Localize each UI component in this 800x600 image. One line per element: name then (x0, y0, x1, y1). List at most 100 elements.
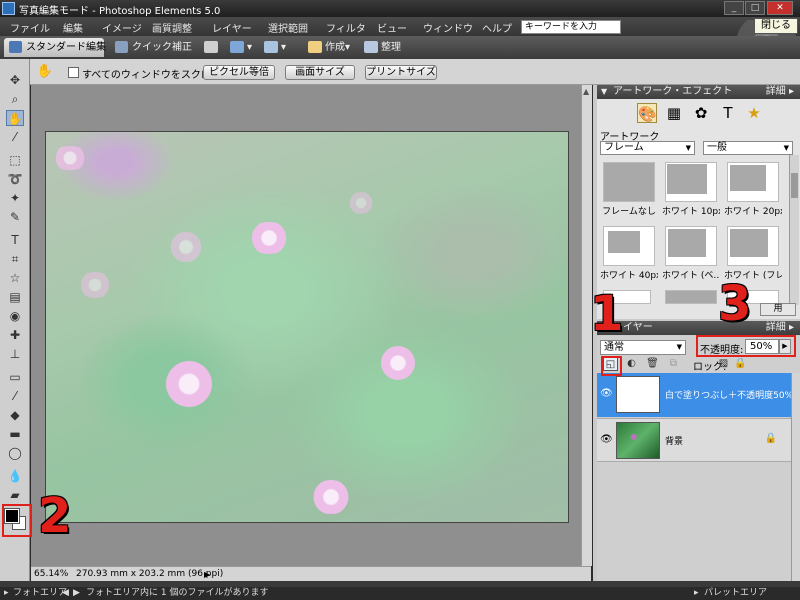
eyedropper-tool-icon[interactable]: ⁄ (6, 129, 24, 145)
lasso-tool-icon[interactable]: ➰ (6, 171, 24, 187)
scroll-all-windows-checkbox[interactable] (68, 67, 79, 78)
standard-edit-icon (9, 41, 22, 53)
blur-tool-icon[interactable]: 💧 (6, 468, 24, 484)
artwork-icon[interactable]: 🎨 (637, 103, 657, 123)
crop-tool-icon[interactable]: ⌗ (6, 251, 24, 267)
share-button[interactable]: ▾ (230, 40, 252, 56)
clone-stamp-tool-icon[interactable]: ⊥ (6, 346, 24, 362)
sponge-tool-icon[interactable]: ▰ (6, 487, 24, 503)
special-effects-icon[interactable]: ✿ (691, 103, 711, 123)
search-input[interactable]: キーワードを入力 (521, 20, 621, 34)
link-layers-icon[interactable]: ⧉ (666, 357, 681, 371)
fit-screen-button[interactable]: 画面サイズ (285, 65, 355, 80)
print-button[interactable] (204, 40, 221, 56)
frame-thumb[interactable]: フレームなし (600, 162, 658, 218)
effects-more-button[interactable]: 詳細 ▸ (766, 85, 794, 99)
selection-brush-tool-icon[interactable]: ✎ (6, 209, 24, 225)
themes-icon[interactable]: ▦ (664, 103, 684, 123)
frame-thumb[interactable]: ホワイト 40px (600, 226, 658, 282)
print-size-button[interactable]: プリントサイズ (365, 65, 437, 80)
zoom-tool-icon[interactable]: ⌕ (6, 91, 24, 107)
menu-file[interactable]: ファイル (10, 20, 50, 35)
frame-thumb[interactable]: ホワイト 10px (662, 162, 720, 218)
app-icon (2, 2, 15, 15)
shape-tool-icon[interactable]: ◯ (6, 445, 24, 461)
share-icon (230, 41, 244, 53)
create-button[interactable]: 作成▾ (308, 40, 350, 56)
next-photo-icon[interactable]: ▶ (73, 587, 80, 600)
blend-mode-dropdown[interactable]: 通常 ▼ (600, 340, 686, 355)
zoom-level[interactable]: 65.14% (34, 567, 68, 581)
menu-view[interactable]: ビュー (377, 20, 407, 35)
layer-name: 背景 (665, 437, 684, 447)
palette-bin-label[interactable]: パレットエリア (704, 587, 767, 600)
order-prints-button[interactable]: ▾ (264, 40, 286, 56)
straighten-tool-icon[interactable]: ▤ (6, 289, 24, 305)
filter-dropdown[interactable]: 一般 ▼ (703, 141, 793, 155)
actual-pixels-button[interactable]: ピクセル等倍 (203, 65, 275, 80)
eye-icon[interactable]: 👁 (600, 388, 613, 399)
favorites-icon[interactable]: ★ (744, 103, 764, 123)
photo-canvas[interactable] (45, 131, 569, 523)
type-tool-icon[interactable]: T (6, 232, 24, 248)
layer-row[interactable]: 👁 白で塗りつぶし＋不透明度50% (597, 373, 793, 417)
artwork-effects-header[interactable]: ▼ アートワーク・エフェクト 詳細 ▸ (597, 85, 800, 99)
magic-wand-tool-icon[interactable]: ✦ (6, 190, 24, 206)
collapse-triangle-icon[interactable]: ▼ (601, 85, 607, 99)
frame-thumb[interactable]: ホワイト (ベ… (662, 226, 720, 282)
text-effects-icon[interactable]: T (718, 103, 738, 123)
layers-header[interactable]: ▼ レイヤー 詳細 ▸ (597, 321, 800, 335)
layers-scrollbar[interactable] (791, 373, 800, 581)
delete-layer-icon[interactable]: 🗑 (645, 357, 660, 371)
gradient-tool-icon[interactable]: ▬ (6, 426, 24, 442)
annotation-number-1: 1 (590, 286, 624, 342)
move-tool-icon[interactable]: ✥ (6, 72, 24, 88)
category-dropdown[interactable]: フレーム ▼ (600, 141, 695, 155)
organize-icon (364, 41, 378, 53)
cookie-cutter-tool-icon[interactable]: ☆ (6, 270, 24, 286)
organize-button[interactable]: 整理 (364, 40, 401, 56)
tab-standard-edit-label: スタンダード編集 (26, 42, 106, 53)
eye-icon[interactable]: 👁 (600, 434, 613, 445)
lock-transparency-icon[interactable]: ▨ (716, 357, 731, 371)
maximize-button[interactable]: □ (745, 1, 765, 15)
hand-tool-icon: ✋ (36, 64, 54, 79)
tab-quick-fix[interactable]: クイック補正 (110, 38, 194, 57)
frame-thumb[interactable]: ホワイト (フレ… (724, 226, 782, 282)
menu-edit[interactable]: 編集 (63, 20, 83, 35)
photo-bin-toggle-icon[interactable]: ▸ (4, 587, 9, 600)
brush-tool-icon[interactable]: ⁄ (6, 388, 24, 404)
apply-button[interactable]: 用 (760, 303, 796, 316)
eraser-tool-icon[interactable]: ▭ (6, 369, 24, 385)
healing-brush-tool-icon[interactable]: ✚ (6, 327, 24, 343)
paint-bucket-tool-icon[interactable]: ◆ (6, 407, 24, 423)
layers-more-button[interactable]: 詳細 ▸ (766, 321, 794, 335)
effects-scrollbar[interactable] (789, 155, 799, 305)
menu-window[interactable]: ウィンドウ (423, 20, 473, 35)
photo-bin-label[interactable]: フォトエリア (13, 587, 67, 600)
artwork-effects-title: アートワーク・エフェクト (613, 86, 733, 97)
hand-tool-button-icon[interactable]: ✋ (6, 110, 24, 126)
menu-help[interactable]: ヘルプ (482, 20, 512, 35)
menu-enhance[interactable]: 画質調整 (152, 20, 192, 35)
frame-thumb[interactable]: ホワイト 20px (724, 162, 782, 218)
adjustment-layer-icon[interactable]: ◐ (624, 357, 639, 371)
marquee-tool-icon[interactable]: ⬚ (6, 152, 24, 168)
status-menu-arrow-icon[interactable]: ▶ (204, 568, 210, 582)
menu-image[interactable]: イメージ (102, 20, 142, 35)
annotation-box-2 (2, 504, 32, 537)
minimize-button[interactable]: _ (724, 1, 744, 15)
window-title: 写真編集モード - Photoshop Elements 5.0 (19, 6, 221, 17)
menu-select[interactable]: 選択範囲 (268, 20, 308, 35)
menu-layer[interactable]: レイヤー (212, 20, 252, 35)
lock-all-icon[interactable]: 🔒 (733, 357, 748, 371)
frame-thumb[interactable] (665, 290, 717, 304)
red-eye-tool-icon[interactable]: ◉ (6, 308, 24, 324)
tab-standard-edit[interactable]: スタンダード編集 (4, 38, 106, 57)
palette-bin-toggle-icon[interactable]: ▸ (694, 587, 699, 600)
photo-bin-info: フォトエリア内に 1 個のファイルがあります (86, 588, 269, 598)
prev-photo-icon[interactable]: ◀ (62, 587, 69, 600)
layer-row[interactable]: 👁 背景 🔒 (597, 418, 791, 462)
menu-filter[interactable]: フィルタ (326, 20, 366, 35)
close-button[interactable]: ✕ (767, 1, 793, 15)
